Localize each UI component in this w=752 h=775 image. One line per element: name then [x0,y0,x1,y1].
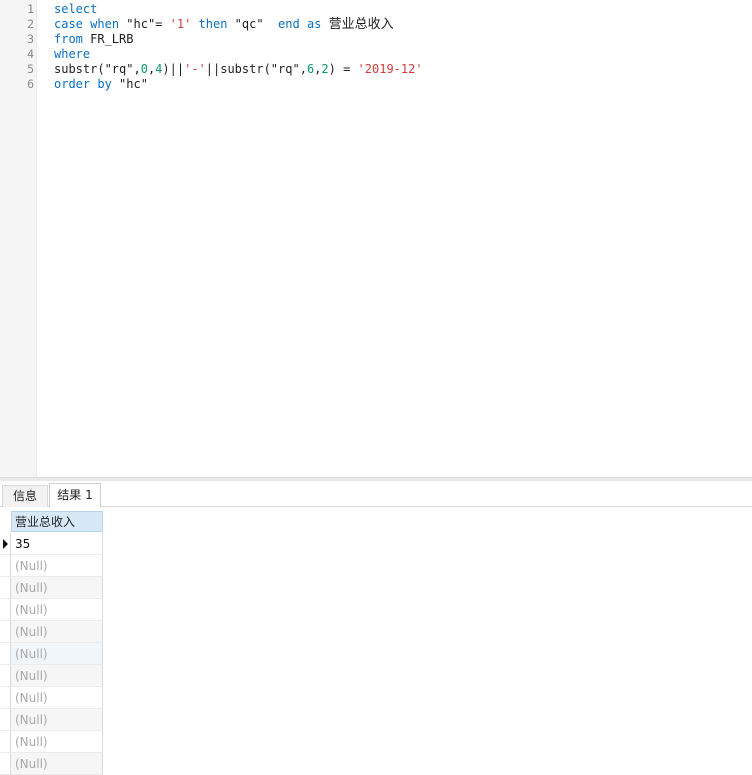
grid-cell[interactable]: (Null) [11,599,103,621]
code-line[interactable]: from FR_LRB [54,32,133,47]
code-token: '1' [169,17,192,31]
code-token: order [54,77,91,91]
result-tab-bar: 信息 结果 1 [0,481,752,508]
tab-result-1[interactable]: 结果 1 [49,483,101,508]
row-indicator[interactable] [0,753,11,775]
column-header[interactable]: 营业总收入 [11,511,103,532]
current-row-arrow-icon [3,539,8,549]
sql-editor[interactable]: 123456 select case when "hc"= '1' then "q… [0,0,752,477]
code-token: substr("rq", [54,62,141,76]
line-number: 6 [27,77,34,91]
code-token: 营业总收入 [328,17,394,32]
code-token: select [54,2,98,16]
code-token: "hc" [111,77,148,91]
code-token: case [54,17,83,31]
code-token: ||substr("rq", [205,62,307,76]
code-line[interactable]: where [54,47,90,62]
code-token: from [54,32,83,46]
row-indicator[interactable] [0,731,11,753]
row-indicator[interactable] [0,555,11,577]
code-token: "hc"= [119,17,170,31]
result-grid[interactable]: 营业总收入 35 (Null) (Null) (Null) (Null) (Null) (N… [0,510,752,775]
row-indicator[interactable] [0,599,11,621]
code-token: as [306,17,322,31]
line-number: 2 [27,17,34,31]
code-line[interactable]: substr("rq",0,4)||'-'||substr("rq",6,2) … [54,62,423,77]
row-indicator[interactable] [0,665,11,687]
line-number-gutter: 123456 [0,0,37,477]
grid-cell[interactable]: (Null) [11,731,103,753]
code-token: )|| [162,62,185,76]
grid-cell[interactable]: (Null) [11,709,103,731]
row-indicator[interactable] [0,709,11,731]
grid-cell[interactable]: (Null) [11,665,103,687]
row-indicator[interactable] [0,621,11,643]
line-number: 1 [27,2,34,16]
code-token: '2019-12' [357,62,423,76]
grid-cell[interactable]: (Null) [11,621,103,643]
row-indicator[interactable] [0,643,11,665]
grid-cell[interactable]: 35 [11,533,103,555]
code-token: by [97,77,112,91]
code-token: when [90,17,120,31]
code-token: FR_LRB [82,32,134,46]
grid-cell[interactable]: (Null) [11,577,103,599]
grid-cell[interactable]: (Null) [11,555,103,577]
code-token: 2 [321,62,329,76]
code-line[interactable]: case when "hc"= '1' then "qc" end as 营业总… [54,17,394,32]
row-indicator[interactable] [0,577,11,599]
code-line[interactable]: select [54,2,97,17]
grid-cell[interactable]: (Null) [11,753,103,775]
row-indicator[interactable] [0,533,11,555]
line-number: 4 [27,47,34,61]
code-token: end [278,17,300,31]
code-token: '-' [184,62,206,76]
grid-cell[interactable]: (Null) [11,687,103,709]
code-token: ) = [328,62,358,76]
code-token: where [54,47,91,61]
code-line[interactable]: order by "hc" [54,77,148,92]
code-token: then [198,17,228,31]
code-token: 0 [140,62,148,76]
line-number: 5 [27,62,34,76]
code-token: "qc" [227,17,279,31]
tab-info[interactable]: 信息 [2,485,48,507]
grid-cell[interactable]: (Null) [11,643,103,665]
line-number: 3 [27,32,34,46]
row-indicator[interactable] [0,687,11,709]
